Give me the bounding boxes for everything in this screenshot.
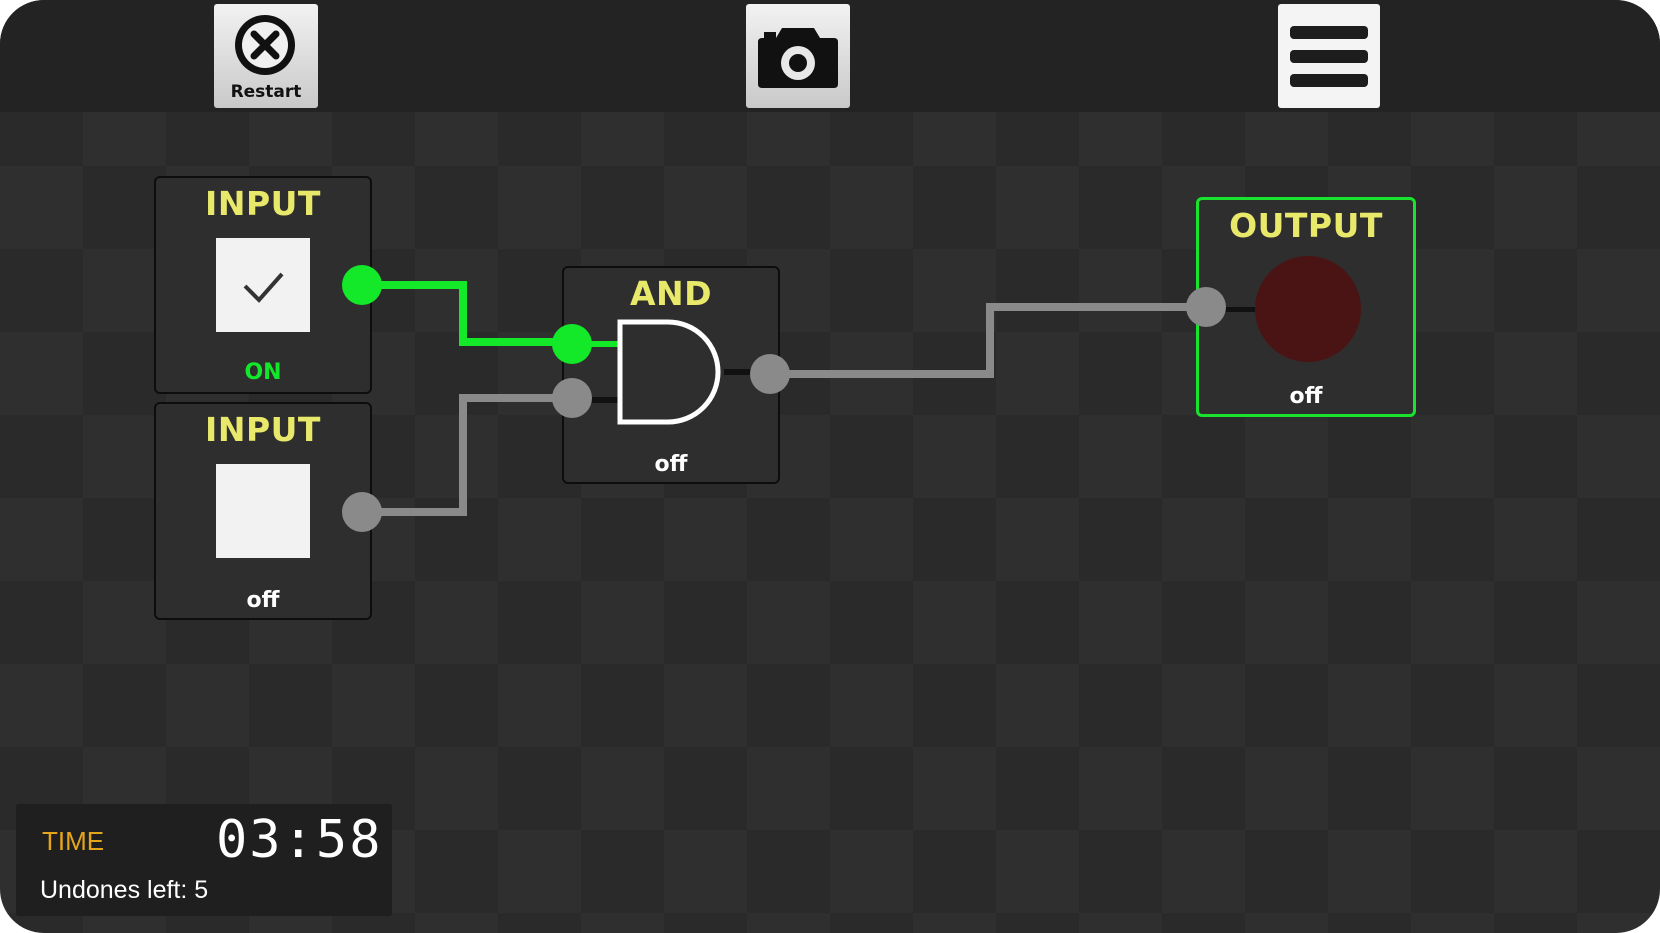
node-title: INPUT <box>205 410 321 449</box>
checkmark-icon <box>243 272 284 303</box>
input-node-1[interactable]: INPUT ON <box>154 176 372 394</box>
game-screen: Restart INPUT ON INPUT off AND off OUTPU… <box>0 0 1660 933</box>
node-state: ON <box>244 360 282 385</box>
and-input-port-b[interactable] <box>552 378 592 418</box>
wire-input2-to-and[interactable] <box>362 394 572 516</box>
input-node-2[interactable]: INPUT off <box>154 402 372 620</box>
and-input-port-a[interactable] <box>552 324 592 364</box>
input1-output-port[interactable] <box>342 265 382 305</box>
wire-input1-to-and[interactable] <box>362 281 572 346</box>
and-output-port[interactable] <box>750 354 790 394</box>
output-input-port[interactable] <box>1186 287 1226 327</box>
wire-and-to-output[interactable] <box>770 303 1206 378</box>
input-toggle-checkbox[interactable] <box>216 464 310 558</box>
node-title: OUTPUT <box>1229 206 1383 245</box>
output-led <box>1255 256 1361 362</box>
node-title: INPUT <box>205 184 321 223</box>
node-state: off <box>246 588 280 613</box>
time-label: TIME <box>42 826 105 856</box>
node-state: off <box>1289 384 1323 409</box>
input-toggle-checkbox[interactable] <box>216 238 310 332</box>
undo-counter: Undones left: 5 <box>40 876 209 904</box>
node-state: off <box>654 452 688 477</box>
and-gate-node[interactable]: AND off <box>562 266 780 484</box>
input2-output-port[interactable] <box>342 492 382 532</box>
output-node[interactable]: OUTPUT off <box>1196 197 1416 417</box>
time-value: 03:58 <box>216 810 383 870</box>
timer-panel: TIME 03:58 Undones left: 5 <box>16 804 392 916</box>
